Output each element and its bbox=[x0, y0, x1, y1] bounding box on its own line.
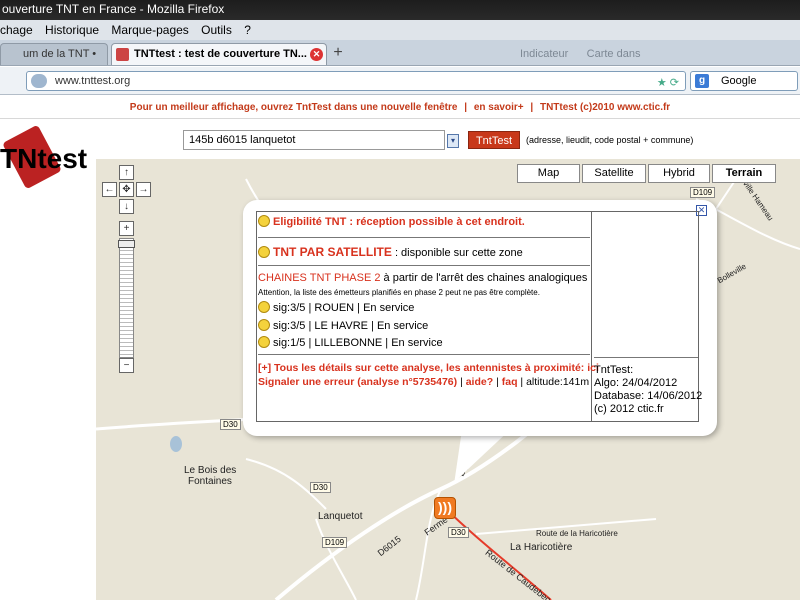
pan-left-icon[interactable]: ← bbox=[102, 182, 117, 197]
url-text: www.tnttest.org bbox=[55, 75, 131, 87]
eligibility-line: Eligibilité TNT : réception possible à c… bbox=[258, 215, 525, 228]
popup-main-panel bbox=[256, 211, 592, 422]
pan-down-icon[interactable]: ↓ bbox=[119, 199, 134, 214]
separator: | bbox=[530, 102, 534, 113]
map-label: Fontaines bbox=[188, 476, 232, 487]
tab-tnttest[interactable]: TNTtest : test de couverture TN... ✕ bbox=[111, 43, 327, 65]
signal-icon: ))) bbox=[438, 499, 452, 515]
search-engine-box[interactable]: g Google bbox=[690, 71, 798, 91]
smiley-icon bbox=[258, 336, 270, 348]
tnttest-favicon-icon bbox=[116, 48, 129, 61]
search-hint: (adresse, lieudit, code postal + commune… bbox=[526, 135, 694, 145]
transmitter-row: sig:3/5 | LE HAVRE | En service bbox=[258, 319, 428, 332]
smiley-icon bbox=[258, 319, 270, 331]
tab-forum[interactable]: um de la TNT • G... bbox=[0, 43, 108, 81]
faded-item: Indicateur bbox=[520, 48, 569, 60]
separator: | bbox=[464, 102, 468, 113]
menu-historique[interactable]: Historique bbox=[45, 23, 99, 37]
pan-center-icon[interactable]: ✥ bbox=[119, 182, 134, 197]
divider bbox=[258, 354, 590, 355]
menu-help[interactable]: ? bbox=[244, 23, 251, 37]
zoom-in-icon[interactable]: + bbox=[119, 221, 134, 236]
smiley-icon bbox=[258, 215, 270, 227]
report-error-link[interactable]: Signaler une erreur (analyse n°5735476) bbox=[258, 376, 457, 388]
window-titlebar: ouverture TNT en France - Mozilla Firefo… bbox=[0, 0, 800, 20]
pan-right-icon[interactable]: → bbox=[136, 182, 151, 197]
satellite-text: : disponible sur cette zone bbox=[391, 247, 523, 259]
eligibility-text: Eligibilité TNT : réception possible à c… bbox=[273, 216, 525, 228]
road-tag: D30 bbox=[310, 482, 331, 493]
new-tab-button[interactable]: + bbox=[330, 45, 346, 62]
close-icon[interactable]: ✕ bbox=[310, 48, 323, 61]
address-bar[interactable]: www.tnttest.org ★ ⟳ bbox=[26, 71, 686, 91]
smiley-icon bbox=[258, 246, 270, 258]
bookmark-star-icon[interactable]: ★ ⟳ bbox=[657, 74, 679, 92]
new-window-link[interactable]: Pour un meilleur affichage, ouvrez TntTe… bbox=[130, 102, 458, 113]
faq-link[interactable]: faq bbox=[502, 376, 518, 388]
faded-item: Carte dans bbox=[586, 48, 641, 60]
info-bar: Pour un meilleur affichage, ouvrez TntTe… bbox=[0, 97, 800, 119]
meta-app: TntTest: bbox=[594, 364, 634, 376]
transmitter-text: sig:3/5 | ROUEN | En service bbox=[273, 302, 415, 314]
help-link[interactable]: aide? bbox=[466, 376, 493, 388]
map-type-hybrid-button[interactable]: Hybrid bbox=[648, 164, 710, 183]
transmitter-text: sig:1/5 | LILLEBONNE | En service bbox=[273, 337, 443, 349]
menubar: chage Historique Marque-pages Outils ? bbox=[0, 20, 800, 40]
road-tag: D109 bbox=[690, 187, 716, 198]
map-type-satellite-button[interactable]: Satellite bbox=[582, 164, 646, 183]
meta-copyright: (c) 2012 ctic.fr bbox=[594, 403, 664, 415]
menu-marque-pages[interactable]: Marque-pages bbox=[111, 23, 188, 37]
altitude-text: altitude:141m bbox=[526, 376, 590, 388]
divider bbox=[594, 357, 698, 358]
learn-more-link[interactable]: en savoir+ bbox=[474, 102, 524, 113]
divider bbox=[258, 237, 590, 238]
dropdown-icon[interactable]: ▾ bbox=[447, 134, 459, 148]
menu-outils[interactable]: Outils bbox=[201, 23, 232, 37]
copyright-link[interactable]: TNTtest (c)2010 www.ctic.fr bbox=[540, 102, 670, 113]
transmitter-row: sig:3/5 | ROUEN | En service bbox=[258, 301, 414, 314]
faded-toolbar-items: Indicateur Carte dans bbox=[520, 48, 640, 60]
zoom-out-icon[interactable]: − bbox=[119, 358, 134, 373]
address-search-input[interactable] bbox=[183, 130, 445, 150]
google-icon[interactable]: g bbox=[695, 74, 709, 88]
logo-text: TNtest bbox=[0, 143, 88, 174]
divider bbox=[258, 265, 590, 266]
tab-label: TNTtest : test de couverture TN... bbox=[134, 48, 307, 60]
phase-text: à partir de l'arrêt des chaines analogiq… bbox=[380, 272, 588, 284]
phase-line: CHAINES TNT PHASE 2 à partir de l'arrêt … bbox=[258, 272, 587, 284]
transmitter-row: sig:1/5 | LILLEBONNE | En service bbox=[258, 336, 443, 349]
details-link[interactable]: [+] Tous les détails sur cette analyse, … bbox=[258, 362, 599, 374]
map-type-terrain-button[interactable]: Terrain bbox=[712, 164, 776, 183]
satellite-line: TNT PAR SATELLITE : disponible sur cette… bbox=[258, 245, 523, 259]
tnttest-search-button[interactable]: TntTest bbox=[468, 131, 520, 149]
road-tag: D30 bbox=[220, 419, 241, 430]
zoom-slider-handle[interactable] bbox=[118, 240, 135, 248]
smiley-icon bbox=[258, 301, 270, 313]
road-tag: D109 bbox=[322, 537, 348, 548]
map-label: Lanquetot bbox=[318, 511, 363, 522]
meta-database: Database: 14/06/2012 bbox=[594, 390, 703, 402]
navigation-bar: www.tnttest.org ★ ⟳ g Google bbox=[0, 67, 800, 95]
satellite-title: TNT PAR SATELLITE bbox=[273, 245, 392, 259]
zoom-slider-track[interactable] bbox=[119, 238, 134, 358]
phase-note: Attention, la liste des émetteurs planif… bbox=[258, 288, 540, 297]
pan-up-icon[interactable]: ↑ bbox=[119, 165, 134, 180]
site-identity-icon[interactable] bbox=[31, 74, 47, 88]
map-label: Le Bois des bbox=[184, 465, 237, 476]
map-label: Route de la Haricotière bbox=[536, 529, 618, 538]
map-type-map-button[interactable]: Map bbox=[517, 164, 580, 183]
search-engine-label: Google bbox=[721, 75, 757, 87]
links-line: Signaler une erreur (analyse n°5735476) … bbox=[258, 376, 590, 388]
menu-affichage[interactable]: chage bbox=[0, 23, 33, 37]
tab-bar: um de la TNT • G... TNTtest : test de co… bbox=[0, 40, 800, 81]
meta-algo: Algo: 24/04/2012 bbox=[594, 377, 678, 389]
map-label: La Haricotière bbox=[510, 542, 573, 553]
tnttest-logo: TNtest bbox=[0, 121, 96, 201]
phase-title: CHAINES TNT PHASE 2 bbox=[258, 272, 381, 284]
transmitter-text: sig:3/5 | LE HAVRE | En service bbox=[273, 320, 429, 332]
road-tag: D30 bbox=[448, 527, 469, 538]
